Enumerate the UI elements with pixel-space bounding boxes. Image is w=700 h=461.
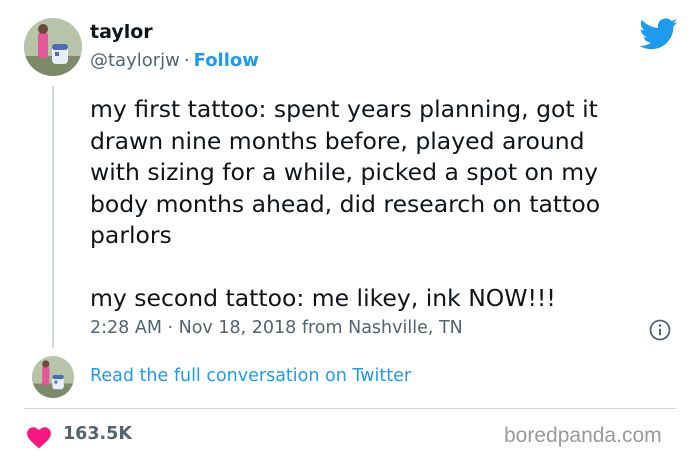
reply-avatar[interactable] (32, 356, 74, 398)
author-name[interactable]: taylor (90, 21, 153, 43)
handle-separator: · (183, 50, 190, 71)
avatar-photo-small (32, 356, 74, 398)
author-handle[interactable]: @taylorjw (90, 50, 180, 71)
thread-line (52, 86, 54, 348)
read-conversation-link[interactable]: Read the full conversation on Twitter (90, 366, 411, 386)
author-handle-row: @taylorjw · Follow (90, 50, 259, 71)
info-icon[interactable] (648, 318, 672, 342)
heart-icon[interactable] (26, 425, 52, 449)
twitter-bird-icon[interactable] (640, 18, 678, 50)
tweet-timestamp[interactable]: 2:28 AM · Nov 18, 2018 from Nashville, T… (90, 318, 463, 338)
author-avatar[interactable] (24, 18, 82, 76)
avatar-photo (24, 18, 82, 76)
watermark: boredpanda.com (504, 424, 662, 447)
divider (24, 408, 676, 409)
like-count[interactable]: 163.5K (63, 424, 132, 444)
follow-button[interactable]: Follow (194, 50, 259, 71)
tweet-text: my first tattoo: spent years planning, g… (90, 95, 601, 312)
